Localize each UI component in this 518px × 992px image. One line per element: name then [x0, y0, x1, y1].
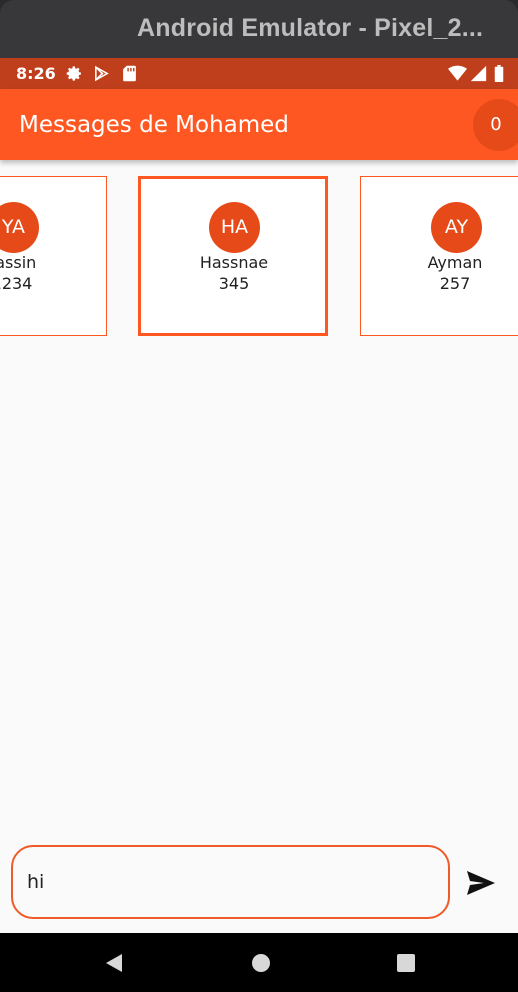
message-input-container — [11, 845, 450, 919]
wifi-icon — [448, 65, 467, 87]
status-bar: 8:26 — [0, 58, 518, 89]
avatar: HA — [209, 202, 260, 253]
contact-name: Yassin — [0, 253, 37, 272]
navigation-bar — [0, 933, 518, 992]
sd-card-icon — [122, 65, 137, 87]
avatar: YA — [0, 202, 39, 253]
play-store-icon — [93, 65, 110, 87]
recents-icon[interactable] — [396, 953, 416, 978]
page-title: Messages de Mohamed — [19, 112, 289, 138]
home-icon[interactable] — [251, 953, 271, 978]
battery-icon — [494, 65, 504, 87]
contact-number: 257 — [439, 274, 471, 293]
contact-card[interactable]: YA Yassin 1234 — [0, 176, 107, 336]
signal-icon — [470, 65, 487, 87]
send-icon[interactable] — [466, 870, 496, 896]
contact-name: Ayman — [427, 253, 483, 272]
conversation-area[interactable]: YA Yassin 1234 HA Hassnae 345 AY Ayman 2… — [0, 160, 518, 933]
app-bar: Messages de Mohamed 0 — [0, 89, 518, 160]
unread-count-badge[interactable]: 0 — [473, 99, 518, 151]
avatar: AY — [431, 202, 482, 253]
contact-card-selected[interactable]: HA Hassnae 345 — [138, 176, 328, 336]
contact-number: 345 — [218, 274, 250, 293]
gear-icon — [66, 65, 83, 87]
back-icon[interactable] — [104, 953, 124, 978]
emulator-title-bar: Android Emulator - Pixel_2... — [0, 0, 518, 58]
emulator-window-title: Android Emulator - Pixel_2... — [137, 14, 484, 42]
status-time: 8:26 — [16, 64, 56, 83]
message-input[interactable] — [27, 865, 427, 899]
contact-card[interactable]: AY Ayman 257 — [360, 176, 518, 336]
contact-name: Hassnae — [199, 253, 269, 272]
contact-number: 1234 — [0, 274, 33, 293]
